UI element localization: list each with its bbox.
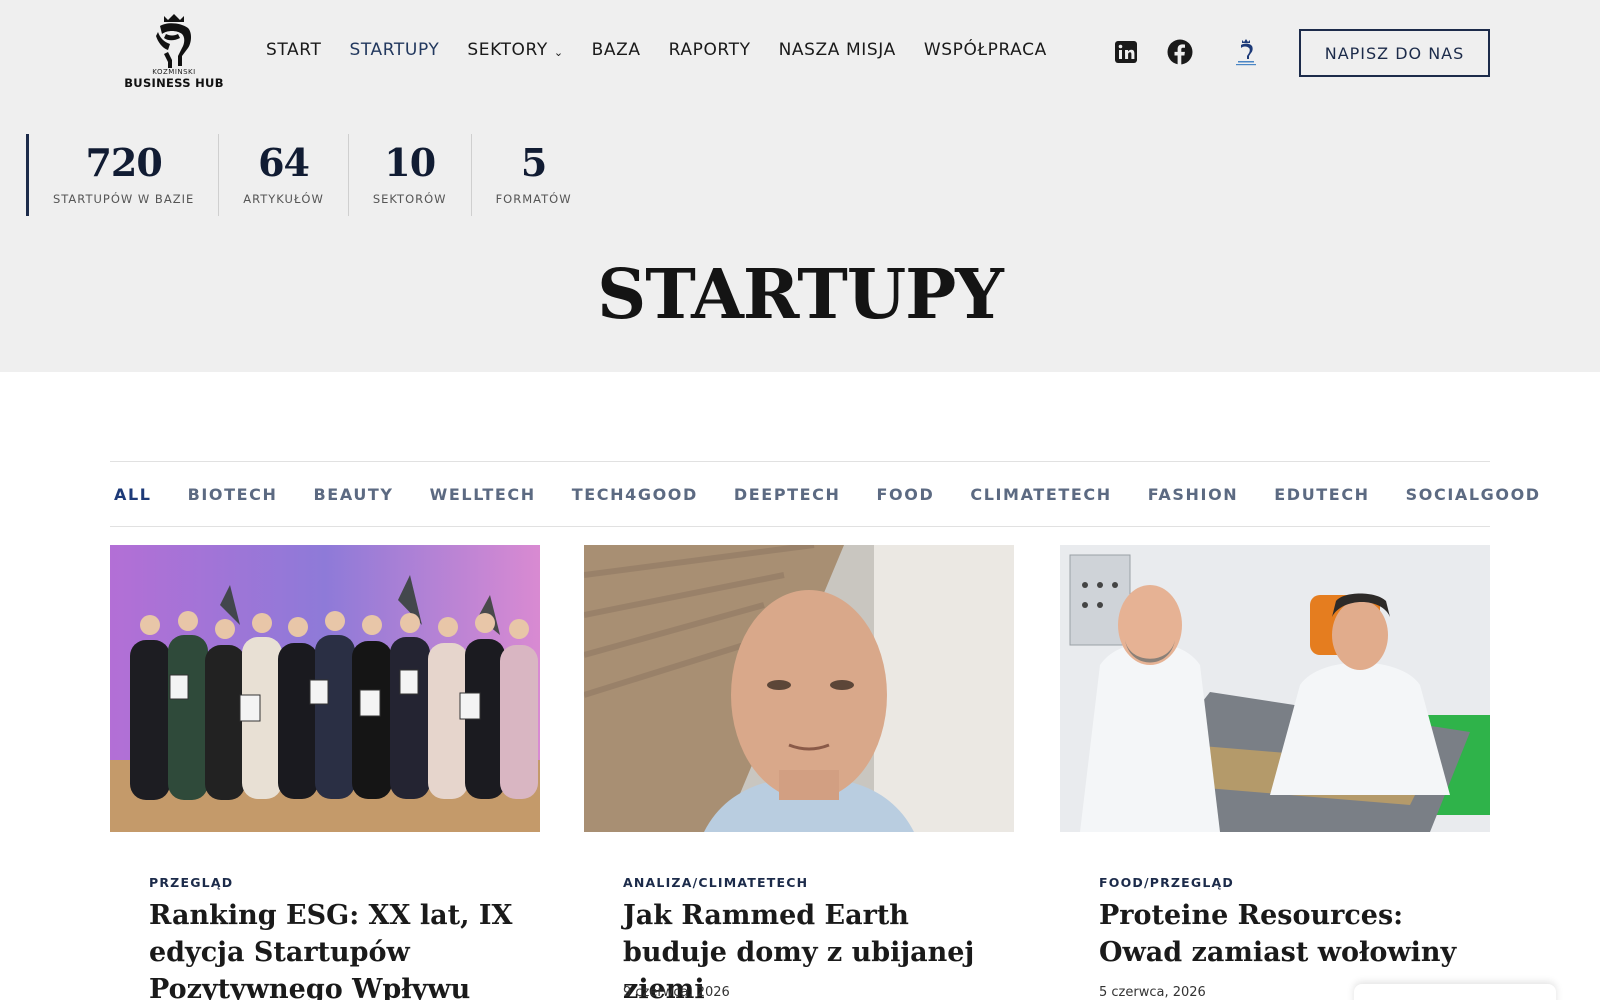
sector-filter-bar: ALL BIOTECH BEAUTY WELLTECH TECH4GOOD DE… xyxy=(110,461,1539,527)
stat-formats: 5 FORMATÓW xyxy=(472,134,596,216)
nav-item-start[interactable]: START xyxy=(266,40,321,60)
nav-label: BAZA xyxy=(591,40,641,60)
article-category[interactable]: PRZEGLĄD xyxy=(149,875,233,890)
main-nav: START STARTUPY SEKTORY ⌄ BAZA RAPORTY NAS… xyxy=(266,40,1075,60)
kozminski-logo-icon[interactable] xyxy=(1228,38,1264,66)
logo-big-text: BUSINESS HUB xyxy=(124,76,224,90)
article-date: 5 czerwca, 2026 xyxy=(1099,985,1206,1000)
lion-logo-icon xyxy=(156,14,191,68)
filter-biotech[interactable]: BIOTECH xyxy=(188,485,278,504)
stat-label: ARTYKUŁÓW xyxy=(243,192,324,206)
nav-item-raporty[interactable]: RAPORTY xyxy=(669,40,751,60)
nav-label: RAPORTY xyxy=(668,40,751,60)
filter-food[interactable]: FOOD xyxy=(877,485,935,504)
article-image-portrait[interactable] xyxy=(584,545,1014,832)
nav-item-nasza-misja[interactable]: NASZA MISJA xyxy=(779,40,896,60)
stat-value: 10 xyxy=(384,140,436,185)
nav-label: NASZA MISJA xyxy=(778,40,896,60)
filter-edutech[interactable]: EDUTECH xyxy=(1274,485,1369,504)
stat-label: FORMATÓW xyxy=(495,192,572,206)
filter-welltech[interactable]: WELLTECH xyxy=(430,485,536,504)
nav-item-baza[interactable]: BAZA xyxy=(592,40,641,60)
nav-label: START xyxy=(266,40,322,60)
stat-label: SEKTORÓW xyxy=(372,192,447,206)
nav-item-startupy[interactable]: STARTUPY xyxy=(349,40,439,60)
contact-us-button[interactable]: NAPISZ DO NAS xyxy=(1299,29,1490,77)
linkedin-icon[interactable] xyxy=(1112,38,1140,66)
article-title[interactable]: Ranking ESG: XX lat, IX edycja Startupów… xyxy=(149,897,519,1000)
article-category[interactable]: ANALIZA/CLIMATETECH xyxy=(623,875,808,890)
article-title[interactable]: Proteine Resources: Owad zamiast wołowin… xyxy=(1099,897,1469,971)
article-image-lab-workers[interactable] xyxy=(1060,545,1490,832)
filter-deeptech[interactable]: DEEPTECH xyxy=(734,485,841,504)
cookie-consent-tab[interactable] xyxy=(1354,984,1556,1000)
chevron-down-icon: ⌄ xyxy=(553,45,564,59)
stat-value: 720 xyxy=(85,140,162,185)
stat-value: 64 xyxy=(258,140,310,185)
article-image-award-group[interactable] xyxy=(110,545,540,832)
filter-all[interactable]: ALL xyxy=(114,485,152,504)
filter-beauty[interactable]: BEAUTY xyxy=(314,485,394,504)
filter-climatetech[interactable]: CLIMATETECH xyxy=(970,485,1111,504)
nav-item-wspolpraca[interactable]: WSPÓŁPRACA xyxy=(924,40,1047,60)
nav-item-sektory[interactable]: SEKTORY ⌄ xyxy=(467,40,563,60)
stat-value: 5 xyxy=(520,140,547,185)
article-card[interactable]: ANALIZA/CLIMATETECH Jak Rammed Earth bud… xyxy=(584,545,1014,1000)
stats-bar: 720 STARTUPÓW W BAZIE 64 ARTYKUŁÓW 10 SE… xyxy=(26,134,596,216)
stat-articles: 64 ARTYKUŁÓW xyxy=(219,134,349,216)
article-date: 9 czerwca, 2026 xyxy=(623,985,730,1000)
filter-socialgood[interactable]: SOCIALGOOD xyxy=(1406,485,1541,504)
article-card[interactable]: PRZEGLĄD Ranking ESG: XX lat, IX edycja … xyxy=(110,545,540,1000)
nav-label: STARTUPY xyxy=(349,40,440,60)
stat-startups: 720 STARTUPÓW W BAZIE xyxy=(29,134,220,216)
filter-tech4good[interactable]: TECH4GOOD xyxy=(572,485,698,504)
stat-label: STARTUPÓW W BAZIE xyxy=(53,192,195,206)
facebook-icon[interactable] xyxy=(1166,38,1194,66)
stat-sectors: 10 SEKTORÓW xyxy=(349,134,472,216)
article-card[interactable]: FOOD/PRZEGLĄD Proteine Resources: Owad z… xyxy=(1060,545,1490,1000)
page-title: STARTUPY xyxy=(597,255,1004,335)
nav-label: WSPÓŁPRACA xyxy=(923,40,1047,60)
logo-small-text: KOZMINSKI xyxy=(152,68,196,76)
filter-fashion[interactable]: FASHION xyxy=(1148,485,1239,504)
article-category[interactable]: FOOD/PRZEGLĄD xyxy=(1099,875,1234,890)
site-logo[interactable]: KOZMINSKI BUSINESS HUB xyxy=(124,12,224,96)
nav-label: SEKTORY xyxy=(467,40,548,60)
